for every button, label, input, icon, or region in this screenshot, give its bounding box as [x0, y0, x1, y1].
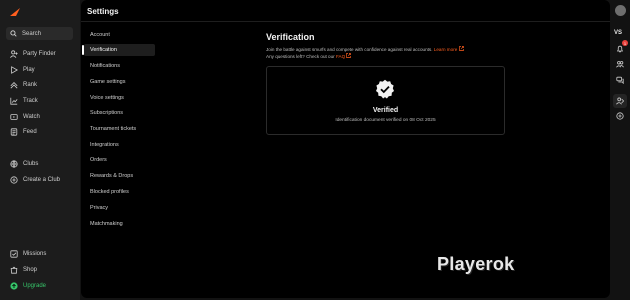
search-label: Search [22, 30, 42, 37]
feed-icon [10, 128, 18, 136]
party-icon[interactable] [613, 94, 627, 108]
description-line-2: Any questions left? Check out our [266, 54, 335, 59]
upgrade-icon [10, 282, 18, 290]
chat-icon[interactable] [615, 75, 625, 85]
nav-item-label: Shop [23, 267, 38, 273]
settings-menu-account[interactable]: Account [84, 29, 155, 41]
verified-detail: Identification document verified on 08 O… [335, 118, 436, 123]
vs-label[interactable]: VS [614, 30, 622, 36]
nav-item-label: Rank [23, 82, 38, 88]
divider [81, 21, 610, 22]
nav-item-label: Missions [23, 251, 47, 257]
play-icon [10, 66, 18, 74]
logo-icon[interactable] [10, 8, 20, 16]
search-icon [10, 30, 17, 37]
settings-menu-matchmaking[interactable]: Matchmaking [84, 218, 155, 230]
left-navigation: Search Party Finder Play Rank Track Watc… [0, 0, 80, 300]
external-link-icon [458, 46, 464, 51]
verification-section: Verification Join the battle against smu… [266, 32, 506, 60]
nav-item-label: Upgrade [23, 283, 47, 289]
settings-menu-subscriptions[interactable]: Subscriptions [84, 107, 155, 119]
settings-menu-privacy[interactable]: Privacy [84, 202, 155, 214]
settings-menu-notifications[interactable]: Notifications [84, 60, 155, 72]
external-link-icon [346, 53, 352, 58]
nav-item-rank[interactable]: Rank [10, 80, 37, 90]
nav-item-missions[interactable]: Missions [10, 249, 46, 259]
settings-menu-tournament-tickets[interactable]: Tournament tickets [84, 123, 155, 135]
nav-item-label: Create a Club [23, 177, 61, 183]
nav-item-party-finder[interactable]: Party Finder [10, 49, 56, 59]
nav-item-play[interactable]: Play [10, 65, 35, 75]
missions-icon [10, 250, 18, 258]
watch-icon [10, 113, 18, 121]
section-description: Join the battle against smurfs and compe… [266, 46, 506, 60]
settings-menu-voice-settings[interactable]: Voice settings [84, 92, 155, 104]
right-rail: VS 1 [610, 0, 630, 300]
description-line-1: Join the battle against smurfs and compe… [266, 47, 433, 52]
shop-icon [10, 266, 18, 274]
faq-link[interactable]: FAQ [336, 53, 352, 59]
notification-badge: 1 [622, 40, 628, 46]
nav-item-shop[interactable]: Shop [10, 265, 37, 275]
settings-menu-verification[interactable]: Verification [82, 44, 155, 56]
user-plus-icon [10, 50, 18, 58]
verification-status-card: Verified Identification document verifie… [266, 66, 505, 135]
nav-item-clubs[interactable]: Clubs [10, 159, 38, 169]
nav-item-label: Clubs [23, 161, 39, 167]
search-button[interactable]: Search [6, 27, 73, 40]
add-icon[interactable] [615, 111, 625, 121]
page-title: Settings [87, 7, 119, 16]
nav-item-label: Feed [23, 129, 37, 135]
settings-menu-game-settings[interactable]: Game settings [84, 76, 155, 88]
verified-status: Verified [372, 107, 399, 114]
nav-item-upgrade[interactable]: Upgrade [10, 281, 46, 291]
settings-menu-orders[interactable]: Orders [84, 154, 155, 166]
nav-item-feed[interactable]: Feed [10, 127, 37, 137]
avatar[interactable] [615, 5, 626, 16]
settings-panel: Settings Account Verification Notificati… [81, 0, 610, 298]
nav-item-label: Play [23, 67, 35, 73]
watermark: Playerok [437, 254, 515, 274]
clubs-icon [10, 160, 18, 168]
learn-more-link[interactable]: Learn more [434, 46, 464, 52]
chart-icon [10, 97, 18, 105]
nav-item-track[interactable]: Track [10, 96, 38, 106]
friends-icon[interactable] [615, 59, 625, 69]
section-title: Verification [266, 32, 315, 42]
nav-item-watch[interactable]: Watch [10, 112, 40, 122]
settings-menu-integrations[interactable]: Integrations [84, 139, 155, 151]
settings-menu-blocked-profiles[interactable]: Blocked profiles [84, 186, 155, 198]
nav-item-label: Track [23, 98, 38, 104]
rank-icon [10, 81, 18, 89]
nav-item-label: Party Finder [23, 51, 56, 57]
plus-circle-icon [10, 176, 18, 184]
settings-menu-rewards-drops[interactable]: Rewards & Drops [84, 170, 155, 182]
nav-item-label: Watch [23, 114, 40, 120]
verified-badge-icon [376, 79, 394, 99]
nav-item-create-club[interactable]: Create a Club [10, 175, 60, 185]
